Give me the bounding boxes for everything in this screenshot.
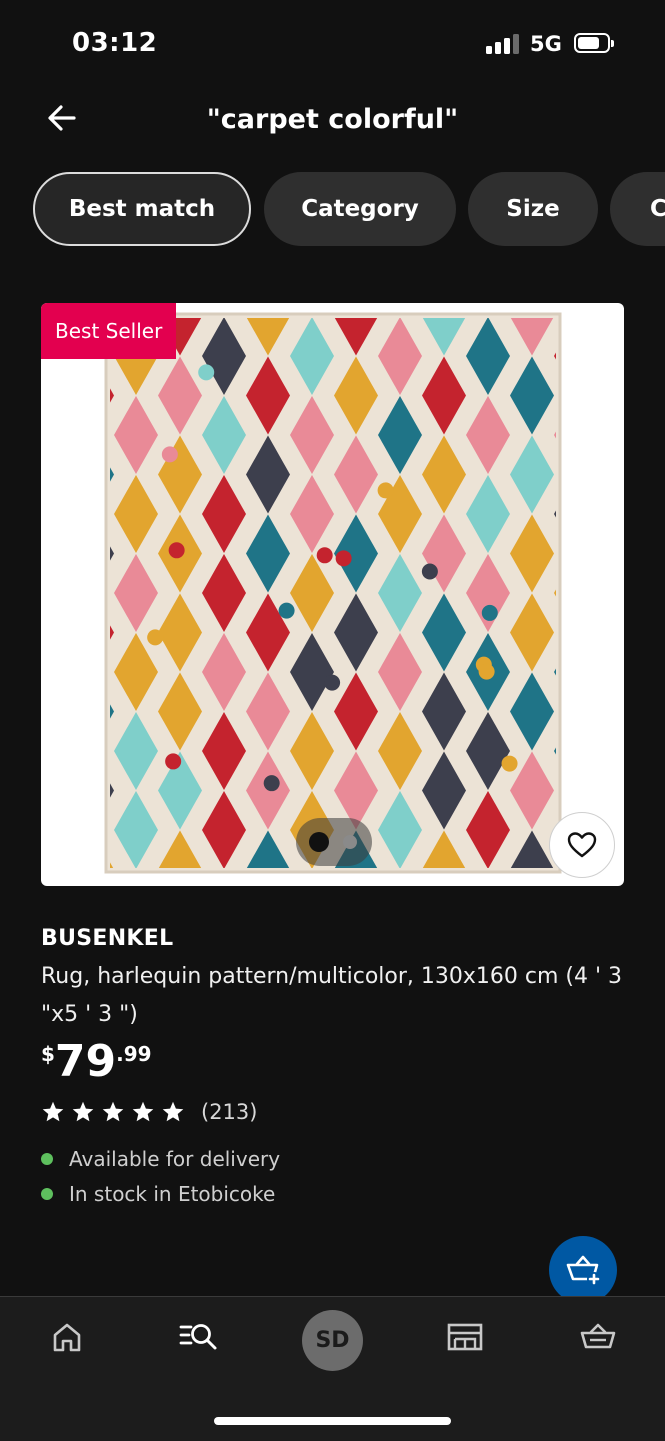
home-indicator [214,1417,451,1425]
carousel-dot-active [309,832,329,852]
rating-stars [41,1100,191,1124]
image-carousel-indicator[interactable] [296,818,372,866]
signal-icon [486,34,520,54]
nav-stores[interactable] [445,1317,485,1357]
price-decimal: .99 [116,1042,152,1066]
nav-search[interactable] [178,1317,222,1357]
best-seller-badge: Best Seller [41,303,177,359]
basket-icon [580,1323,616,1349]
product-description[interactable]: Rug, harlequin pattern/multicolor, 130x1… [41,958,631,1034]
add-to-cart-button[interactable] [549,1236,617,1304]
avatar[interactable]: SD [302,1310,363,1371]
star-icon [132,1101,154,1122]
availability-text: In stock in Etobicoke [69,1182,276,1206]
filter-chip-bar: Best match Category Size C [33,172,665,248]
heart-icon [567,832,597,858]
star-icon [72,1101,94,1122]
product-price: $79.99 [41,1036,152,1087]
star-icon [42,1101,64,1122]
search-list-icon [179,1324,217,1350]
status-time: 03:12 [72,28,158,58]
product-rating[interactable]: (213) [41,1100,257,1124]
basket-add-icon [566,1255,601,1286]
home-icon [53,1323,81,1352]
filter-chip-more[interactable]: C [610,172,665,246]
page-title: "carpet colorful" [206,104,459,135]
filter-chip-best-match[interactable]: Best match [33,172,251,246]
availability-store: In stock in Etobicoke [41,1182,275,1206]
status-dot [41,1188,53,1200]
favorite-button[interactable] [549,812,615,878]
price-integer: 79 [54,1036,117,1087]
battery-icon [574,33,614,55]
star-icon [102,1101,124,1122]
status-dot [41,1153,53,1165]
nav-home[interactable] [47,1317,87,1357]
filter-chip-category[interactable]: Category [264,172,456,246]
nav-basket[interactable] [578,1317,618,1357]
product-image [104,312,562,874]
availability-delivery: Available for delivery [41,1147,280,1171]
availability-text: Available for delivery [69,1147,281,1171]
star-icon [162,1101,184,1122]
store-icon [447,1323,483,1351]
product-brand[interactable]: BUSENKEL [41,926,173,951]
price-currency: $ [41,1042,55,1066]
rating-count: (213) [201,1100,258,1124]
network-label: 5G [530,32,562,56]
filter-chip-size[interactable]: Size [468,172,598,246]
carousel-dot [343,835,357,849]
